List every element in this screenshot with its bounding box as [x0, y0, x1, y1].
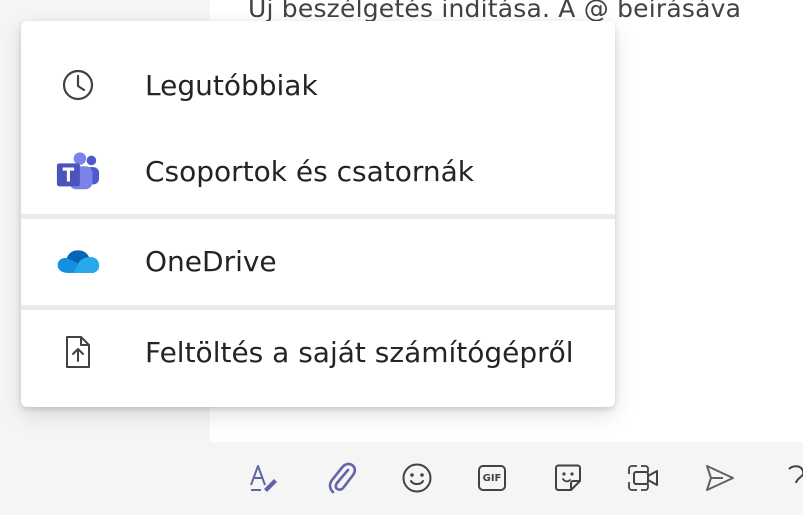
menu-item-label: OneDrive — [145, 244, 277, 278]
gif-icon: GIF — [478, 465, 506, 491]
teams-icon — [55, 148, 101, 194]
menu-item-recent[interactable]: Legutóbbiak — [21, 43, 615, 127]
menu-item-label: Csoportok és csatornák — [145, 154, 475, 188]
upload-file-icon — [55, 329, 101, 375]
menu-item-label: Legutóbbiak — [145, 68, 318, 102]
menu-item-teams-channels[interactable]: Csoportok és csatornák — [21, 129, 615, 213]
attach-menu: Legutóbbiak Csoportok és csatornák OneDr… — [21, 21, 615, 407]
compose-placeholder: Új beszélgetés indítása. A @ beírásáva — [248, 0, 742, 23]
sticker-button[interactable] — [548, 458, 588, 498]
compose-toolbar: GIF — [238, 458, 803, 508]
more-button[interactable] — [776, 458, 803, 498]
more-icon — [779, 461, 803, 495]
format-button[interactable] — [244, 458, 284, 498]
menu-item-onedrive[interactable]: OneDrive — [21, 219, 615, 303]
menu-item-upload[interactable]: Feltöltés a saját számítógépről — [21, 310, 615, 394]
meet-now-button[interactable] — [625, 458, 665, 498]
emoji-button[interactable] — [397, 458, 437, 498]
clock-icon — [55, 62, 101, 108]
gif-label: GIF — [482, 472, 502, 484]
onedrive-icon — [55, 238, 101, 284]
sticker-icon — [551, 461, 585, 495]
menu-item-label: Feltöltés a saját számítógépről — [145, 335, 574, 369]
gif-button[interactable]: GIF — [472, 458, 512, 498]
meet-now-icon — [626, 461, 664, 495]
send-icon — [703, 461, 737, 495]
emoji-icon — [400, 461, 434, 495]
attach-button[interactable] — [322, 458, 362, 498]
attach-icon — [326, 461, 358, 495]
send-button[interactable] — [700, 458, 740, 498]
format-icon — [247, 461, 281, 495]
